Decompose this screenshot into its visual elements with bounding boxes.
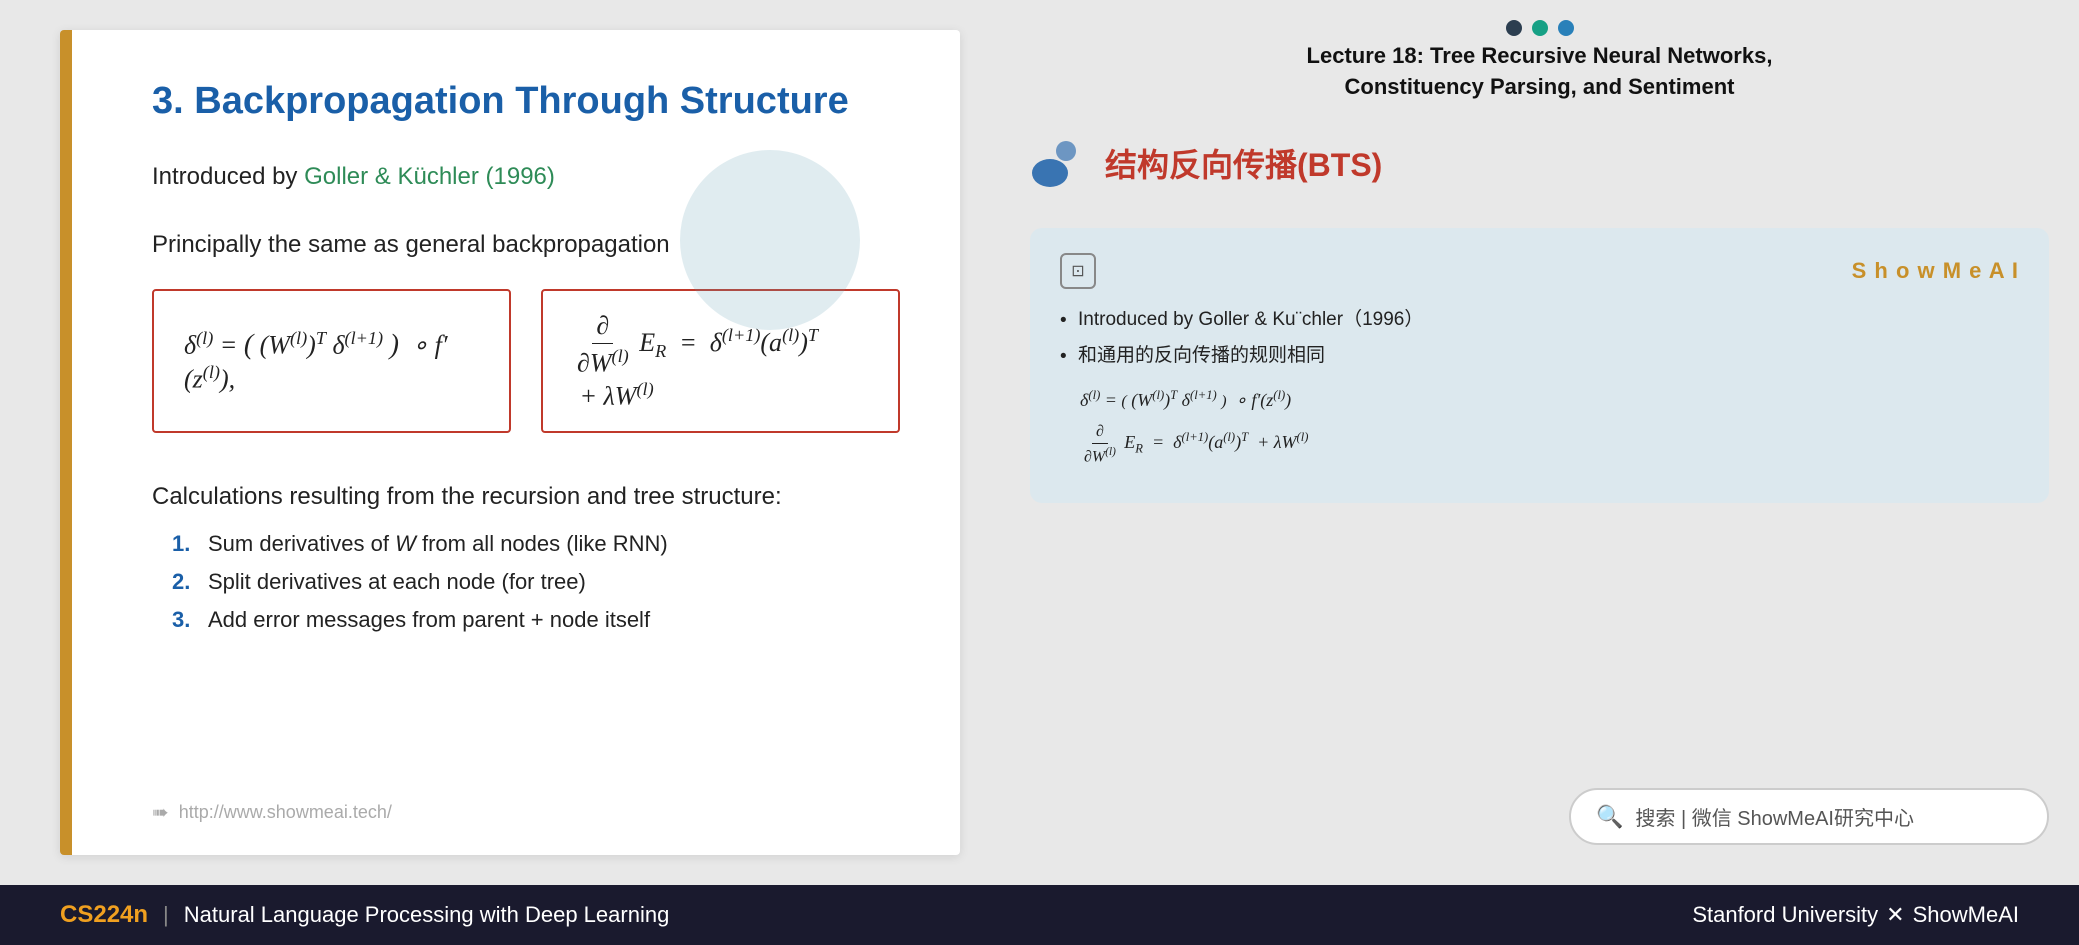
footer-divider: | [163, 902, 169, 928]
card-bullet-1-text: Introduced by Goller & Ku¨chler（1996） [1078, 304, 1423, 332]
footer-right: Stanford University ✕ ShowMeAI [1692, 902, 2019, 928]
slide-list: 1. Sum derivatives of W from all nodes (… [152, 531, 900, 645]
chinese-title: 结构反向传播(BTS) [1105, 147, 1382, 183]
formula-2-math: ∂ ∂W(l) ER = δ(l+1)(a(l))T + λW(l) [573, 311, 868, 411]
decorative-circle [680, 150, 860, 330]
footer-left: CS224n | Natural Language Processing wit… [60, 901, 669, 929]
card-formula-2: ∂ ∂W(l) ER = δ(l+1)(a(l))T + λW(l) [1080, 423, 2019, 466]
formula-1-math: δ(l) = ( (W(l))T δ(l+1) ) ∘ f′(z(l)), [184, 328, 479, 394]
dots-row [1506, 20, 1574, 36]
showmeai-label: S h o w M e A I [1852, 258, 2019, 284]
list-num-3: 3. [172, 607, 196, 633]
main-container: 3. Backpropagation Through Structure Int… [0, 0, 2079, 945]
list-item: 2. Split derivatives at each node (for t… [172, 569, 900, 595]
search-bar[interactable]: 🔍 搜索 | 微信 ShowMeAI研究中心 [1569, 788, 2049, 845]
right-heading: 结构反向传播(BTS) [1030, 133, 2049, 193]
bullet-dot-1: • [1060, 310, 1068, 332]
list-item-1-text: Sum derivatives of W from all nodes (lik… [208, 531, 668, 557]
card-formula-area: δ(l) = ( (W(l))T δ(l+1) ) ∘ f′(z(l)) ∂ [1060, 388, 2019, 466]
slide-title: 3. Backpropagation Through Structure [152, 80, 900, 123]
list-item: 1. Sum derivatives of W from all nodes (… [172, 531, 900, 557]
footer-university: Stanford University [1692, 902, 1878, 928]
content-area: 3. Backpropagation Through Structure Int… [0, 0, 2079, 885]
footer-course-code: CS224n [60, 901, 148, 929]
card-bullet-2: • 和通用的反向传播的规则相同 [1060, 340, 2019, 368]
bullet-dot-2: • [1060, 346, 1068, 368]
cursor-icon: ➠ [152, 800, 169, 825]
card-icon: ⊡ [1060, 253, 1096, 289]
lecture-title-line2: Constituency Parsing, and Sentiment [1307, 72, 1773, 103]
card-badge: ⊡ S h o w M e A I [1060, 253, 2019, 289]
lecture-title: Lecture 18: Tree Recursive Neural Networ… [1307, 41, 1773, 103]
ai-icon: ⊡ [1071, 261, 1084, 281]
footer-brand: ShowMeAI [1913, 902, 2019, 928]
search-text: 搜索 | 微信 ShowMeAI研究中心 [1635, 802, 1914, 831]
slide-url: ➠ http://www.showmeai.tech/ [152, 800, 392, 825]
list-num-2: 2. [172, 569, 196, 595]
right-panel: Lecture 18: Tree Recursive Neural Networ… [1000, 0, 2079, 885]
lecture-title-line1: Lecture 18: Tree Recursive Neural Networ… [1307, 41, 1773, 72]
formula-box-1: δ(l) = ( (W(l))T δ(l+1) ) ∘ f′(z(l)), [152, 289, 511, 433]
search-icon: 🔍 [1596, 804, 1623, 830]
list-item-3-text: Add error messages from parent + node it… [208, 607, 650, 633]
url-text: http://www.showmeai.tech/ [179, 802, 392, 823]
footer-x: ✕ [1886, 902, 1904, 928]
slide-calculations: Calculations resulting from the recursio… [152, 483, 900, 511]
dot-1 [1506, 20, 1522, 36]
dot-2 [1532, 20, 1548, 36]
list-num-1: 1. [172, 531, 196, 557]
footer-course-name: Natural Language Processing with Deep Le… [184, 902, 670, 928]
dot-3 [1558, 20, 1574, 36]
footer: CS224n | Natural Language Processing wit… [0, 885, 2079, 945]
info-card: ⊡ S h o w M e A I • Introduced by Goller… [1030, 228, 2049, 503]
card-bullet-1: • Introduced by Goller & Ku¨chler（1996） [1060, 304, 2019, 332]
card-bullet-2-text: 和通用的反向传播的规则相同 [1078, 340, 1325, 368]
right-heading-text: 结构反向传播(BTS) [1105, 140, 1382, 186]
list-item-2-text: Split derivatives at each node (for tree… [208, 569, 586, 595]
list-item: 3. Add error messages from parent + node… [172, 607, 900, 633]
highlight-author: Goller & Küchler (1996) [304, 163, 555, 190]
heading-icon [1030, 133, 1090, 193]
slide-panel: 3. Backpropagation Through Structure Int… [60, 30, 960, 855]
card-formula-1: δ(l) = ( (W(l))T δ(l+1) ) ∘ f′(z(l)) [1080, 388, 2019, 411]
